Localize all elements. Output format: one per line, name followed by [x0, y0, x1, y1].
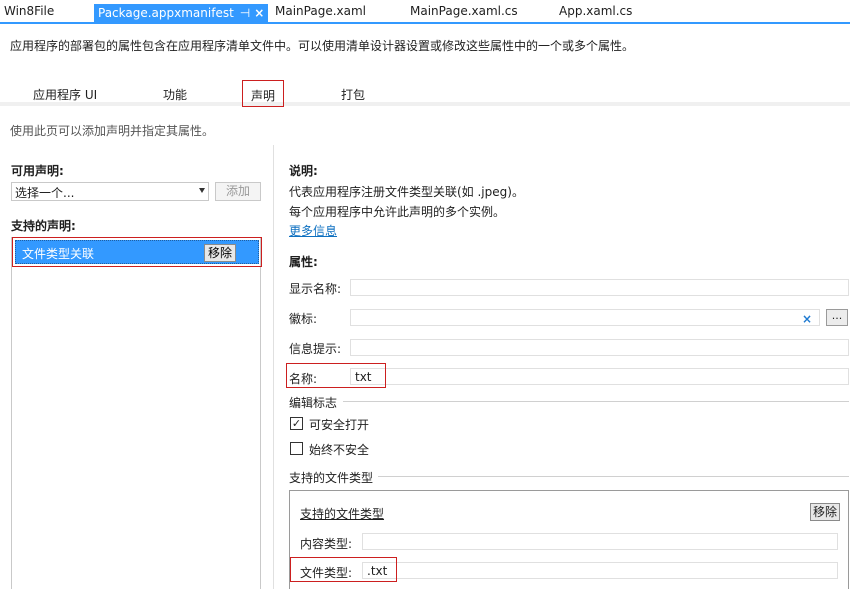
available-declarations-select[interactable]: 选择一个... — [11, 182, 209, 201]
logo-label: 徽标: — [289, 312, 318, 326]
declarations-intro: 使用此页可以添加声明并指定其属性。 — [10, 124, 215, 138]
content-type-field[interactable] — [362, 533, 838, 550]
checkmark-icon: ✓ — [291, 417, 302, 430]
open-is-safe-label: 可安全打开 — [309, 418, 370, 432]
name-field[interactable]: txt — [350, 368, 849, 385]
supported-declarations-label: 支持的声明: — [11, 219, 76, 233]
list-item-selection: 文件类型关联 移除 — [15, 240, 259, 264]
doc-tab-label: Package.appxmanifest — [98, 6, 234, 20]
select-value: 选择一个... — [15, 186, 75, 200]
close-icon[interactable]: × — [254, 6, 264, 20]
doc-tab-win8file[interactable]: Win8File — [4, 4, 54, 22]
open-is-safe-checkbox[interactable]: ✓ — [290, 417, 303, 430]
supported-file-types-divider — [378, 476, 849, 477]
clear-icon[interactable]: × — [802, 312, 812, 326]
tab-capabilities[interactable]: 功能 — [163, 86, 187, 103]
chevron-down-icon — [199, 188, 205, 193]
file-type-highlight-box — [290, 557, 397, 582]
tab-declarations[interactable]: 声明 — [242, 80, 285, 107]
always-unsafe-checkbox[interactable] — [290, 442, 303, 455]
properties-label: 属性: — [289, 255, 318, 269]
supported-file-types-title: 支持的文件类型 — [289, 471, 374, 485]
remove-file-type-button[interactable]: 移除 — [810, 503, 841, 521]
browse-button[interactable]: ... — [826, 309, 848, 326]
file-type-entry-title: 支持的文件类型 — [300, 507, 385, 521]
display-name-field[interactable] — [350, 279, 849, 296]
manifest-intro-text: 应用程序的部署包的属性包含在应用程序清单文件中。可以使用清单设计器设置或修改这些… — [10, 39, 635, 53]
doc-tab-app-xaml-cs[interactable]: App.xaml.cs — [559, 4, 632, 22]
file-type-field[interactable]: .txt — [362, 562, 838, 579]
add-button[interactable]: 添加 — [215, 182, 261, 201]
panel-divider — [273, 145, 274, 589]
declaration-item-label: 文件类型关联 — [22, 247, 95, 261]
name-highlight-box — [286, 363, 386, 388]
supported-declarations-list: 文件类型关联 移除 — [11, 237, 262, 589]
info-tip-field[interactable] — [350, 339, 849, 356]
description-line-1: 代表应用程序注册文件类型关联(如 .jpeg)。 — [289, 185, 524, 199]
logo-field[interactable] — [350, 309, 820, 326]
doc-tab-mainpage-xaml-cs[interactable]: MainPage.xaml.cs — [410, 4, 518, 22]
edit-flags-divider — [343, 401, 849, 402]
edit-flags-title: 编辑标志 — [289, 396, 338, 410]
pin-icon[interactable]: ⊣ — [240, 6, 250, 20]
doc-tab-mainpage-xaml[interactable]: MainPage.xaml — [275, 4, 366, 22]
description-label: 说明: — [289, 164, 318, 178]
available-declarations-label: 可用声明: — [11, 164, 64, 178]
tab-packaging[interactable]: 打包 — [341, 86, 365, 103]
info-tip-label: 信息提示: — [289, 342, 342, 356]
display-name-label: 显示名称: — [289, 282, 342, 296]
description-line-2: 每个应用程序中允许此声明的多个实例。 — [289, 205, 506, 219]
remove-declaration-button[interactable]: 移除 — [203, 244, 236, 262]
section-tab-bar: 应用程序 UI 功能 声明 打包 — [0, 78, 850, 107]
list-item[interactable]: 文件类型关联 移除 — [12, 237, 262, 267]
always-unsafe-label: 始终不安全 — [309, 443, 370, 457]
doc-tab-package-appxmanifest[interactable]: Package.appxmanifest ⊣ × — [94, 4, 269, 24]
document-tab-bar: Win8File Package.appxmanifest ⊣ × MainPage… — [0, 0, 850, 24]
tab-application-ui[interactable]: 应用程序 UI — [33, 86, 97, 103]
content-type-label: 内容类型: — [300, 537, 353, 551]
more-info-link[interactable]: 更多信息 — [289, 222, 337, 239]
